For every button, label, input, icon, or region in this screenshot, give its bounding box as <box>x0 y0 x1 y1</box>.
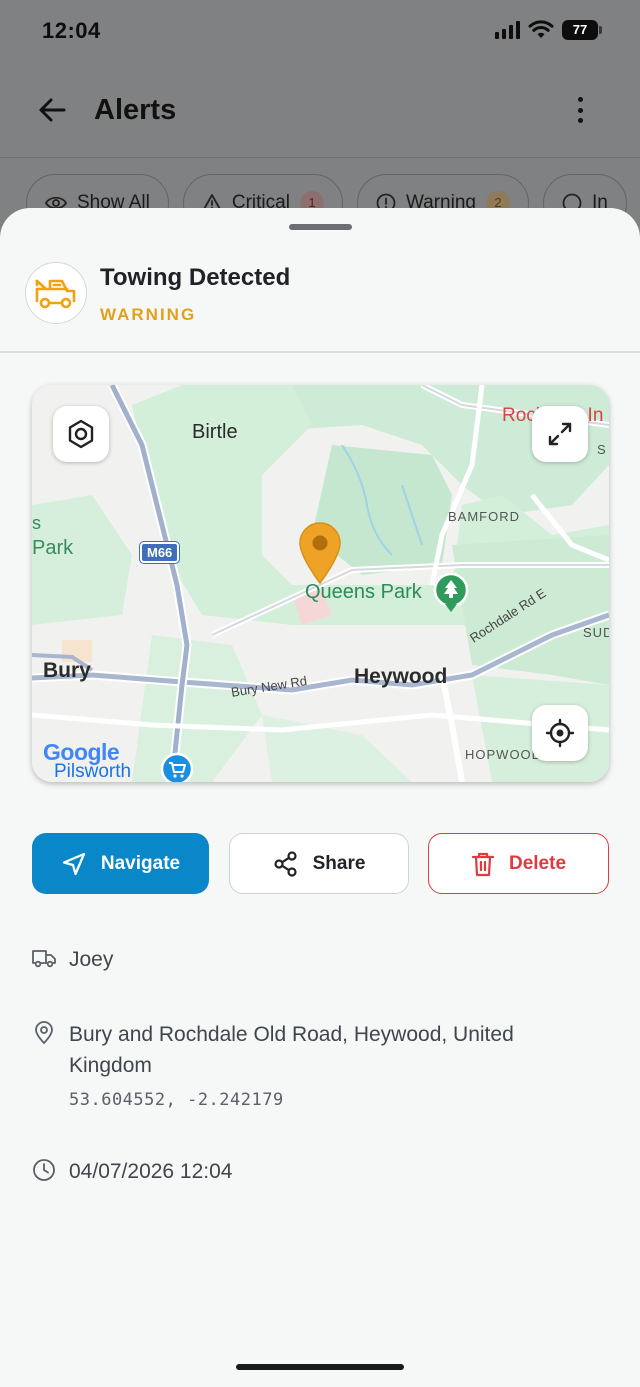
more-options-icon[interactable] <box>568 94 592 126</box>
action-buttons: Navigate Share Delete <box>32 833 609 894</box>
navigate-button-label: Navigate <box>100 852 181 874</box>
address-line-2: Kingdom <box>69 1054 152 1077</box>
page-title: Alerts <box>94 94 177 126</box>
back-arrow-icon[interactable] <box>36 94 68 126</box>
alert-header: Towing Detected WARNING <box>0 248 640 353</box>
status-icons: 77 <box>495 20 602 40</box>
clock-icon <box>33 1159 55 1181</box>
hexagon-settings-icon <box>68 419 94 449</box>
location-pin-icon <box>35 1021 53 1045</box>
map-label-s-left: s <box>32 513 41 533</box>
coordinates: 53.604552, -2.242179 <box>69 1090 284 1110</box>
park-marker-icon[interactable] <box>433 572 469 614</box>
map-label-hopwood: HOPWOOD <box>465 747 543 762</box>
shopping-cart-marker-icon[interactable] <box>160 752 194 782</box>
map-recenter-button[interactable] <box>532 705 588 761</box>
navigation-arrow-icon <box>62 852 86 875</box>
trash-icon <box>471 852 495 876</box>
map-label-bury: Bury <box>43 659 91 682</box>
status-bar: 12:04 77 <box>0 0 640 64</box>
map-label-s: S <box>597 442 606 457</box>
map-label-heywood: Heywood <box>354 665 448 688</box>
map-label-sud: SUD <box>583 625 609 640</box>
map-label-park: Park <box>32 537 74 559</box>
vehicle-name: Joey <box>69 948 114 971</box>
truck-icon <box>32 950 56 968</box>
map-fullscreen-button[interactable] <box>532 406 588 462</box>
vehicle-row: Joey <box>32 944 113 971</box>
map-label-bamford: BAMFORD <box>448 509 520 524</box>
map-layers-button[interactable] <box>53 406 109 462</box>
sheet-drag-handle[interactable] <box>289 224 352 230</box>
alert-icon-badge <box>25 262 87 324</box>
navigate-button[interactable]: Navigate <box>32 833 209 894</box>
delete-button-label: Delete <box>508 852 567 874</box>
location-map[interactable]: Birtle Rochdale In S BAMFORD s Park M66 … <box>32 385 609 782</box>
crosshair-icon <box>545 718 575 748</box>
map-label-birtle: Birtle <box>192 421 238 443</box>
app-bar: Alerts <box>0 64 640 158</box>
alert-title: Towing Detected <box>100 264 291 291</box>
alert-detail-sheet: Towing Detected WARNING Birtle In S BAMF… <box>0 208 640 1387</box>
address-row: Bury and Rochdale Old Road, Heywood, Uni… <box>32 1019 514 1110</box>
map-label-m66: M66 <box>140 542 180 563</box>
map-label-pilsworth: Pilsworth <box>54 761 132 782</box>
tow-truck-icon <box>35 279 76 309</box>
delete-button[interactable]: Delete <box>428 833 609 894</box>
share-button-label: Share <box>312 852 366 874</box>
home-indicator[interactable] <box>236 1364 404 1370</box>
share-button[interactable]: Share <box>229 833 409 894</box>
share-icon <box>273 850 297 877</box>
expand-icon <box>548 422 572 446</box>
address-line-1: Bury and Rochdale Old Road, Heywood, Uni… <box>69 1023 514 1046</box>
wifi-icon <box>528 20 554 38</box>
status-time: 12:04 <box>42 18 101 43</box>
alert-datetime: 04/07/2026 12:04 <box>69 1160 233 1183</box>
signal-icon <box>495 21 520 39</box>
datetime-row: 04/07/2026 12:04 <box>32 1156 233 1183</box>
alert-location-pin-icon <box>299 522 341 585</box>
alert-level-badge: WARNING <box>100 305 197 324</box>
address: Bury and Rochdale Old Road, Heywood, Uni… <box>69 1019 514 1116</box>
battery-indicator: 77 <box>562 20 602 40</box>
